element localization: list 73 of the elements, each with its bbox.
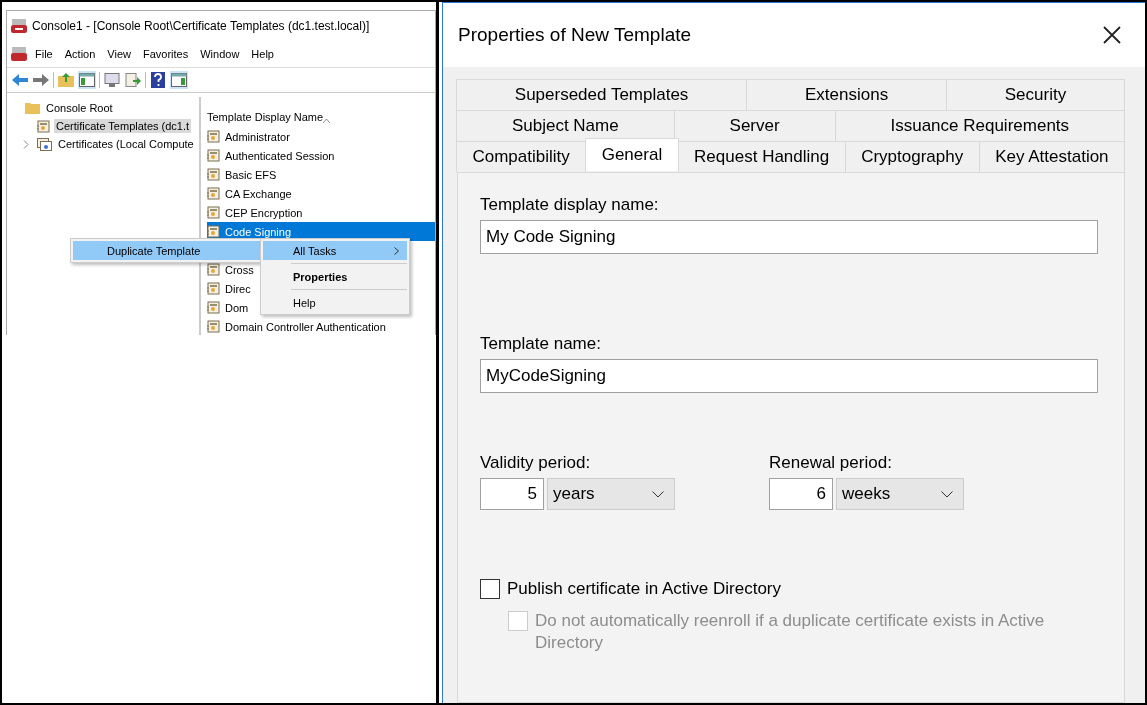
- certificate-icon: [207, 263, 220, 276]
- console-tree-icon[interactable]: [79, 73, 95, 87]
- help-icon[interactable]: [151, 72, 165, 88]
- menu-item[interactable]: Window: [196, 48, 244, 60]
- list-item[interactable]: Dom: [223, 300, 251, 315]
- list-item[interactable]: Basic EFS: [223, 167, 279, 182]
- menu-item[interactable]: Favorites: [138, 48, 193, 60]
- certificate-icon: [207, 282, 220, 295]
- chevron-down-icon[interactable]: [652, 490, 664, 498]
- certificate-icon: [207, 301, 220, 314]
- app-icon: [11, 47, 27, 61]
- chevron-down-icon[interactable]: [941, 490, 953, 498]
- certificate-icon: [207, 206, 220, 219]
- tab[interactable]: Issuance Requirements: [834, 110, 1125, 141]
- back-arrow-icon[interactable]: [12, 74, 28, 86]
- list-item[interactable]: Authenticated Session: [223, 148, 337, 163]
- list-item[interactable]: Domain Controller Authentication: [223, 319, 388, 334]
- dialog-title: Properties of New Template: [458, 24, 692, 46]
- tree-item[interactable]: Certificates (Local Compute: [56, 137, 196, 151]
- certificate-icon: [207, 320, 220, 333]
- monitor-icon[interactable]: [104, 73, 120, 87]
- certificate-icon: [207, 168, 220, 181]
- menu-item[interactable]: Help: [247, 48, 278, 60]
- window-title: Console1 - [Console Root\Certificate Templates (dc1.test.local)]: [32, 19, 370, 33]
- certificate-icon: [207, 225, 220, 238]
- number-field[interactable]: 6: [769, 478, 833, 510]
- list-item[interactable]: CEP Encryption: [223, 205, 305, 220]
- field-label: Template display name:: [480, 195, 660, 215]
- menu-item[interactable]: All Tasks: [263, 241, 407, 260]
- menu-item[interactable]: View: [103, 48, 135, 60]
- export-icon[interactable]: [125, 73, 141, 87]
- field-label: Renewal period:: [769, 453, 893, 473]
- list-item[interactable]: Administrator: [223, 129, 292, 144]
- menu-item[interactable]: Properties: [263, 267, 407, 286]
- certificate-icon: [207, 187, 220, 200]
- tab[interactable]: Subject Name: [456, 110, 675, 141]
- column-header[interactable]: Template Display Name: [207, 111, 324, 123]
- tree-item[interactable]: Certificate Templates (dc1.t: [54, 119, 192, 133]
- close-icon[interactable]: [1103, 26, 1121, 44]
- action-pane-icon[interactable]: [171, 73, 187, 87]
- checkbox-label[interactable]: Publish certificate in Active Directory: [507, 578, 781, 600]
- menu-item[interactable]: Action: [60, 48, 100, 60]
- tab[interactable]: General: [585, 138, 679, 171]
- tab[interactable]: Compatibility: [456, 141, 587, 172]
- text-field[interactable]: MyCodeSigning: [480, 359, 1098, 393]
- tab[interactable]: Key Attestation: [978, 141, 1126, 172]
- tab[interactable]: Security: [945, 79, 1125, 110]
- tab[interactable]: Superseded Templates: [456, 79, 748, 110]
- number-field[interactable]: 5: [480, 478, 544, 510]
- field-label: Template name:: [480, 334, 602, 354]
- unit-dropdown[interactable]: years: [547, 478, 675, 510]
- forward-arrow-icon[interactable]: [33, 74, 49, 86]
- checkbox[interactable]: [480, 579, 500, 599]
- certificate-store-icon: [37, 137, 52, 151]
- certificate-icon: [207, 130, 220, 143]
- app-icon: [11, 19, 27, 33]
- unit-dropdown[interactable]: weeks: [836, 478, 964, 510]
- text-field[interactable]: My Code Signing: [480, 220, 1098, 254]
- field-label: Validity period:: [480, 453, 592, 473]
- menu-item[interactable]: File: [31, 48, 57, 60]
- certificate-icon: [207, 149, 220, 162]
- submenu-chevron-icon: [394, 246, 399, 255]
- menu-item[interactable]: Help: [263, 293, 407, 312]
- list-item[interactable]: CA Exchange: [223, 186, 294, 201]
- certificate-icon: [37, 119, 50, 133]
- tree-item[interactable]: Console Root: [44, 101, 115, 115]
- folder-icon: [25, 102, 40, 114]
- sort-caret-icon: [323, 119, 331, 123]
- tab[interactable]: Request Handling: [677, 141, 846, 172]
- folder-up-icon[interactable]: [58, 73, 74, 87]
- list-item[interactable]: Cross: [223, 262, 256, 277]
- list-item[interactable]: Direc: [223, 281, 253, 296]
- menu-item[interactable]: Duplicate Template: [73, 241, 261, 260]
